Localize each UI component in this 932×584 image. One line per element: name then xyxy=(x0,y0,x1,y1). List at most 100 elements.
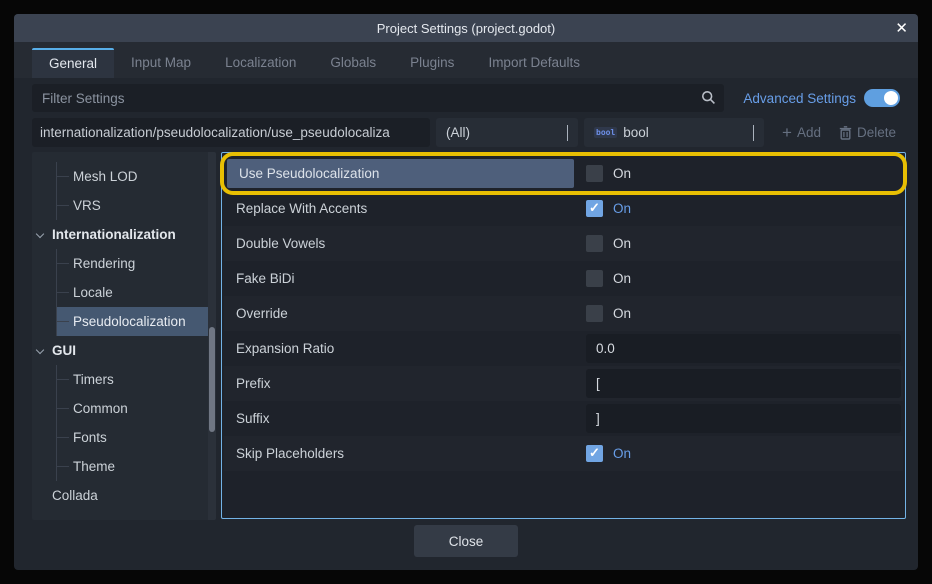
setting-value: On xyxy=(574,296,903,331)
feature-filter-dropdown[interactable]: (All) xyxy=(436,118,578,147)
sidebar-item-fonts[interactable]: Fonts xyxy=(57,423,208,452)
setting-row-skip-placeholders[interactable]: Skip Placeholders On xyxy=(224,436,903,471)
checkbox-unchecked[interactable] xyxy=(586,305,603,322)
type-filter-value: bool xyxy=(623,125,649,140)
checkbox-checked[interactable] xyxy=(586,200,603,217)
setting-label: Use Pseudolocalization xyxy=(227,159,574,188)
sidebar-item-theme[interactable]: Theme xyxy=(57,452,208,481)
text-field[interactable]: [ xyxy=(586,369,901,398)
checkbox-unchecked[interactable] xyxy=(586,165,603,182)
sidebar-item-label: Internationalization xyxy=(52,227,176,242)
settings-section-tree: Mesh LOD VRS Internationalization Render… xyxy=(32,152,216,520)
setting-row-override[interactable]: Override On xyxy=(224,296,903,331)
checkbox-unchecked[interactable] xyxy=(586,235,603,252)
dialog-title: Project Settings (project.godot) xyxy=(377,21,555,36)
tab-localization[interactable]: Localization xyxy=(208,48,313,78)
tab-strip: General Input Map Localization Globals P… xyxy=(14,42,918,78)
sidebar-item-pseudolocalization[interactable]: Pseudolocalization xyxy=(57,307,208,336)
tab-globals[interactable]: Globals xyxy=(313,48,393,78)
search-icon xyxy=(701,90,716,105)
checkbox-unchecked[interactable] xyxy=(586,270,603,287)
property-path-input[interactable] xyxy=(32,118,430,147)
setting-value: [ xyxy=(574,366,903,401)
add-button-label: Add xyxy=(797,125,821,140)
sidebar-scrollbar-track[interactable] xyxy=(208,152,216,520)
setting-value: On xyxy=(574,156,903,191)
setting-label: Suffix xyxy=(224,411,574,426)
filter-settings-box xyxy=(32,84,724,112)
checkbox-label: On xyxy=(613,306,631,321)
toggle-knob xyxy=(884,91,898,105)
tree-items: Mesh LOD VRS Internationalization Render… xyxy=(32,162,208,510)
setting-label: Double Vowels xyxy=(224,236,574,251)
delete-button-label: Delete xyxy=(857,125,896,140)
setting-value: On xyxy=(574,436,903,471)
project-settings-dialog: Project Settings (project.godot) ✕ Gener… xyxy=(14,14,918,570)
setting-row-expansion-ratio[interactable]: Expansion Ratio 0.0 xyxy=(224,331,903,366)
sidebar-item-collada[interactable]: Collada xyxy=(32,481,208,510)
chevron-down-icon xyxy=(36,230,44,238)
setting-row-fake-bidi[interactable]: Fake BiDi On xyxy=(224,261,903,296)
number-field[interactable]: 0.0 xyxy=(586,334,901,363)
tab-plugins[interactable]: Plugins xyxy=(393,48,471,78)
type-filter-dropdown[interactable]: bool bool xyxy=(584,118,764,147)
close-icon[interactable]: ✕ xyxy=(895,14,908,42)
sidebar-item-rendering[interactable]: Rendering xyxy=(57,249,208,278)
sidebar-scrollbar-thumb[interactable] xyxy=(209,327,215,432)
chevron-down-icon xyxy=(567,125,568,140)
property-bar: (All) bool bool + Add xyxy=(32,118,900,147)
tree-children-group: Mesh LOD VRS xyxy=(56,162,208,220)
filter-row: Advanced Settings xyxy=(32,84,900,112)
close-button[interactable]: Close xyxy=(414,525,518,557)
text-field[interactable]: ] xyxy=(586,404,901,433)
setting-value: On xyxy=(574,261,903,296)
feature-filter-value: (All) xyxy=(446,125,470,140)
checkbox-checked[interactable] xyxy=(586,445,603,462)
advanced-settings-toggle[interactable] xyxy=(864,89,900,107)
setting-label: Override xyxy=(224,306,574,321)
setting-row-double-vowels[interactable]: Double Vowels On xyxy=(224,226,903,261)
screen: Project Settings (project.godot) ✕ Gener… xyxy=(0,0,932,584)
checkbox-label: On xyxy=(613,166,631,181)
trash-icon xyxy=(839,126,852,140)
tab-general[interactable]: General xyxy=(32,48,114,78)
setting-label: Replace With Accents xyxy=(224,201,574,216)
setting-row-use-pseudolocalization[interactable]: Use Pseudolocalization On xyxy=(224,156,903,191)
setting-value: On xyxy=(574,191,903,226)
settings-panel: Use Pseudolocalization On Replace With A… xyxy=(221,152,906,519)
sidebar-item-mesh-lod[interactable]: Mesh LOD xyxy=(57,162,208,191)
advanced-settings-wrap: Advanced Settings xyxy=(743,89,900,107)
add-button[interactable]: + Add xyxy=(782,125,821,140)
sidebar-item-timers[interactable]: Timers xyxy=(57,365,208,394)
setting-label: Skip Placeholders xyxy=(224,446,574,461)
filter-settings-input[interactable] xyxy=(32,84,724,112)
checkbox-label: On xyxy=(613,236,631,251)
tab-input-map[interactable]: Input Map xyxy=(114,48,208,78)
sidebar-item-internationalization[interactable]: Internationalization xyxy=(32,220,208,249)
tab-import-defaults[interactable]: Import Defaults xyxy=(471,48,597,78)
setting-value: 0.0 xyxy=(574,331,903,366)
chevron-down-icon xyxy=(36,346,44,354)
sidebar-item-label: GUI xyxy=(52,343,76,358)
setting-row-prefix[interactable]: Prefix [ xyxy=(224,366,903,401)
advanced-settings-label: Advanced Settings xyxy=(743,91,856,106)
tree-children-group: Timers Common Fonts Theme xyxy=(56,365,208,481)
tree-children-group: Rendering Locale Pseudolocalization xyxy=(56,249,208,336)
plus-icon: + xyxy=(782,125,792,140)
checkbox-label: On xyxy=(613,271,631,286)
setting-value: ] xyxy=(574,401,903,436)
chevron-down-icon xyxy=(753,125,754,140)
sidebar-item-vrs[interactable]: VRS xyxy=(57,191,208,220)
setting-row-suffix[interactable]: Suffix ] xyxy=(224,401,903,436)
setting-row-replace-with-accents[interactable]: Replace With Accents On xyxy=(224,191,903,226)
bool-type-icon: bool xyxy=(594,127,617,138)
setting-label: Expansion Ratio xyxy=(224,341,574,356)
sidebar-item-gui[interactable]: GUI xyxy=(32,336,208,365)
setting-value: On xyxy=(574,226,903,261)
checkbox-label: On xyxy=(613,446,631,461)
sidebar-item-locale[interactable]: Locale xyxy=(57,278,208,307)
delete-button[interactable]: Delete xyxy=(839,125,896,140)
setting-label: Prefix xyxy=(224,376,574,391)
checkbox-label: On xyxy=(613,201,631,216)
sidebar-item-common[interactable]: Common xyxy=(57,394,208,423)
